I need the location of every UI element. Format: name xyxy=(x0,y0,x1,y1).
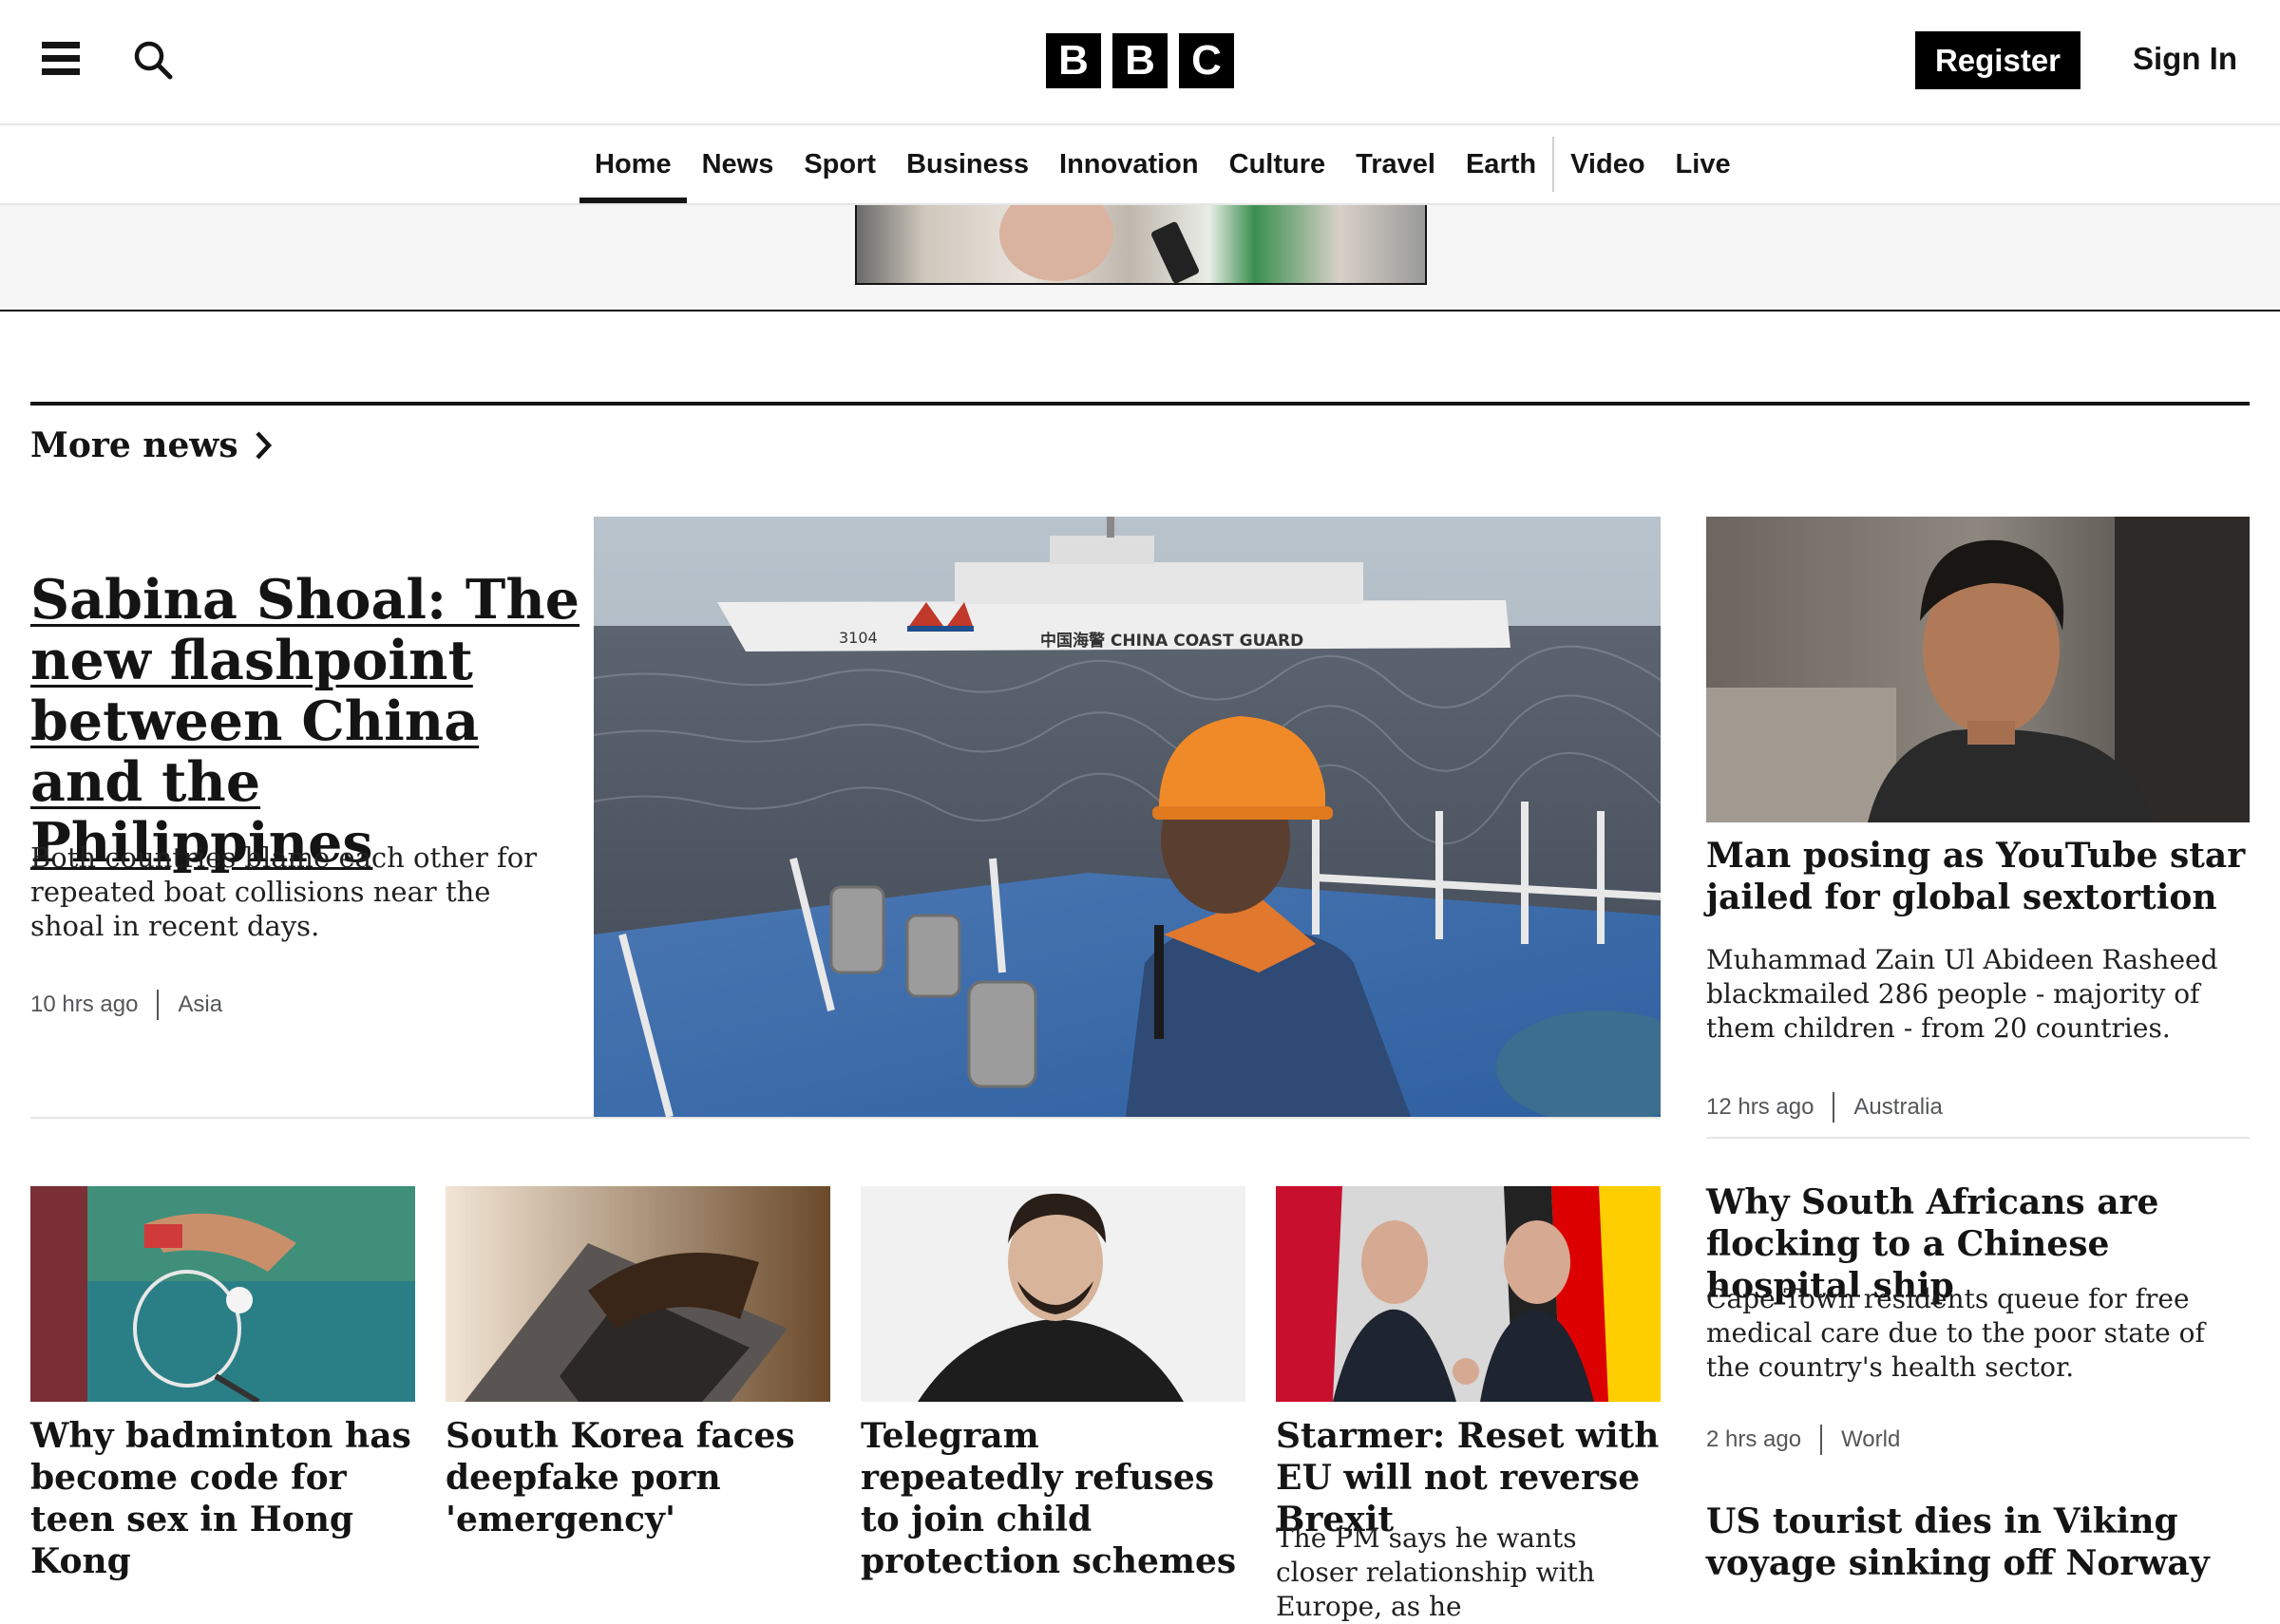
nav-item-home[interactable]: Home xyxy=(580,125,687,203)
story-meta: 2 hrs ago World xyxy=(1706,1425,1900,1455)
story-image[interactable] xyxy=(1706,517,2250,822)
lead-story-meta: 10 hrs ago Asia xyxy=(30,990,222,1020)
category-link[interactable]: World xyxy=(1841,1426,1900,1453)
site-header: B B C Register Sign In xyxy=(0,0,2280,125)
story-image[interactable] xyxy=(446,1186,830,1402)
ship-label: 中国海警 CHINA COAST GUARD xyxy=(1040,631,1303,651)
section-title: More news xyxy=(30,425,238,465)
nav-divider xyxy=(1552,137,1555,192)
logo-letter: B xyxy=(1112,33,1168,88)
story-title[interactable]: Why badminton has become code for teen s… xyxy=(30,1415,415,1582)
search-icon[interactable] xyxy=(133,40,173,80)
story-image[interactable] xyxy=(861,1186,1245,1402)
nav-item-culture[interactable]: Culture xyxy=(1214,125,1341,203)
story-description: Cape Town residents queue for free medic… xyxy=(1706,1283,2205,1383)
ad-strip xyxy=(0,205,2280,312)
lead-story-image[interactable]: 3104 中国海警 CHINA COAST GUARD xyxy=(594,517,1661,1117)
chevron-right-icon xyxy=(255,431,272,460)
nav-item-earth[interactable]: Earth xyxy=(1451,125,1551,203)
bbc-logo[interactable]: B B C xyxy=(1046,33,1234,88)
story-title[interactable]: Telegram repeatedly refuses to join chil… xyxy=(861,1415,1245,1582)
timestamp: 12 hrs ago xyxy=(1706,1094,1814,1120)
story-image[interactable] xyxy=(30,1186,415,1402)
story-title[interactable]: South Korea faces deepfake porn 'emergen… xyxy=(446,1415,830,1540)
nav-item-news[interactable]: News xyxy=(687,125,789,203)
section-rule xyxy=(30,402,2250,406)
story-title[interactable]: US tourist dies in Viking voyage sinking… xyxy=(1706,1501,2250,1584)
story-image[interactable] xyxy=(1276,1186,1661,1402)
nav-item-innovation[interactable]: Innovation xyxy=(1044,125,1214,203)
logo-letter: B xyxy=(1046,33,1101,88)
logo-letter: C xyxy=(1179,33,1234,88)
nav-item-travel[interactable]: Travel xyxy=(1340,125,1451,203)
story-meta: 12 hrs ago Australia xyxy=(1706,1092,1943,1123)
story-title[interactable]: Man posing as YouTube star jailed for gl… xyxy=(1706,835,2250,918)
nav-item-business[interactable]: Business xyxy=(891,125,1044,203)
menu-icon[interactable] xyxy=(42,42,80,76)
nav-item-video[interactable]: Video xyxy=(1555,125,1660,203)
lead-story-title[interactable]: Sabina Shoal: The new flashpoint between… xyxy=(30,570,581,874)
divider xyxy=(1706,1137,2250,1139)
sign-in-link[interactable]: Sign In xyxy=(2133,41,2237,77)
more-news-link[interactable]: More news xyxy=(30,425,273,465)
timestamp: 2 hrs ago xyxy=(1706,1426,1802,1452)
ship-number: 3104 xyxy=(839,629,878,647)
timestamp: 10 hrs ago xyxy=(30,991,139,1017)
divider xyxy=(30,1117,1661,1119)
nav-item-sport[interactable]: Sport xyxy=(788,125,891,203)
main-nav: Home News Sport Business Innovation Cult… xyxy=(0,125,2280,205)
category-link[interactable]: Australia xyxy=(1853,1094,1942,1121)
story-description: The PM says he wants closer relationship… xyxy=(1276,1522,1595,1622)
nav-item-live[interactable]: Live xyxy=(1661,125,1746,203)
register-button[interactable]: Register xyxy=(1915,31,2080,89)
lead-story-description: Both countries blame each other for repe… xyxy=(30,841,538,942)
advertisement-image[interactable] xyxy=(855,205,1427,285)
category-link[interactable]: Asia xyxy=(178,991,222,1018)
story-description: Muhammad Zain Ul Abideen Rasheed blackma… xyxy=(1706,944,2218,1044)
